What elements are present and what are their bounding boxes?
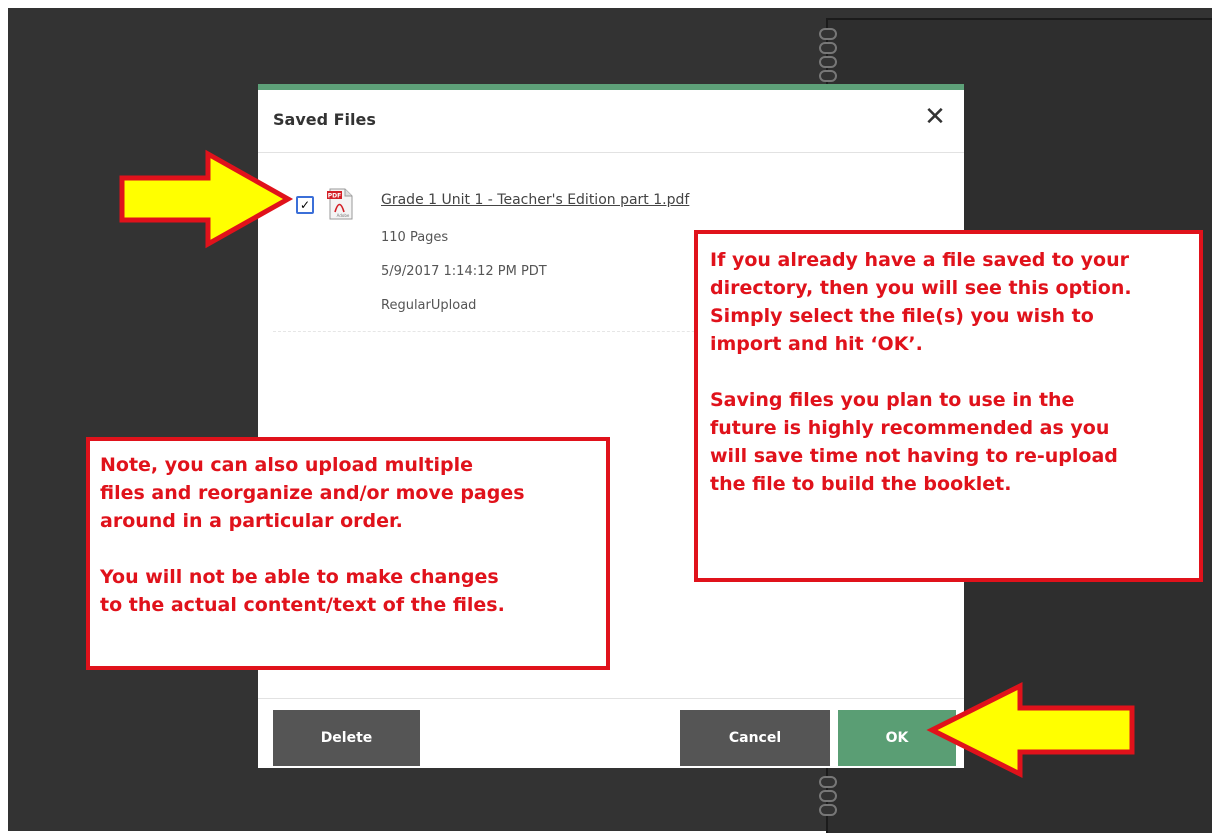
- annotation-line: the file to build the booklet.: [710, 473, 1012, 495]
- binder-ring-icon: [819, 56, 837, 68]
- binder-ring-icon: [819, 70, 837, 82]
- dialog-header: Saved Files ✕: [258, 90, 964, 153]
- annotation-line: files and reorganize and/or move pages: [100, 482, 525, 504]
- file-upload-type: RegularUpload: [381, 298, 477, 313]
- pdf-file-icon: PDF Adobe: [327, 188, 353, 220]
- binder-ring-icon: [819, 42, 837, 54]
- pdf-icon-label: PDF: [328, 193, 341, 200]
- binder-ring-icon: [819, 804, 837, 816]
- file-name-link[interactable]: Grade 1 Unit 1 - Teacher's Edition part …: [381, 192, 689, 208]
- file-checkbox[interactable]: ✓: [296, 196, 314, 214]
- dialog-title: Saved Files: [273, 110, 376, 129]
- annotation-callout-note: Note, you can also upload multiple files…: [86, 437, 610, 670]
- file-date: 5/9/2017 1:14:12 PM PDT: [381, 264, 547, 279]
- pdf-icon-sublabel: Adobe: [337, 213, 350, 218]
- binder-ring-icon: [819, 28, 837, 40]
- binder-ring-icon: [819, 790, 837, 802]
- annotation-line: You will not be able to make changes: [100, 566, 499, 588]
- annotation-line: If you already have a file saved to your: [710, 249, 1130, 271]
- annotation-line: Simply select the file(s) you wish to: [710, 305, 1094, 327]
- close-icon[interactable]: ✕: [924, 104, 946, 130]
- left-arrow-icon: [926, 681, 1135, 779]
- annotation-line: future is highly recommended as you: [710, 417, 1110, 439]
- footer-divider: [258, 698, 964, 699]
- annotation-line: Saving files you plan to use in the: [710, 389, 1075, 411]
- annotation-line: import and hit ‘OK’.: [710, 333, 923, 355]
- file-page-count: 110 Pages: [381, 230, 449, 245]
- right-arrow-icon: [119, 149, 294, 249]
- annotation-line: Note, you can also upload multiple: [100, 454, 474, 476]
- annotation-line: around in a particular order.: [100, 510, 403, 532]
- annotation-callout-saved-files: If you already have a file saved to your…: [694, 230, 1203, 582]
- annotation-line: will save time not having to re-upload: [710, 445, 1118, 467]
- binder-ring-icon: [819, 776, 837, 788]
- annotation-line: directory, then you will see this option…: [710, 277, 1132, 299]
- delete-button[interactable]: Delete: [273, 710, 420, 766]
- cancel-button[interactable]: Cancel: [680, 710, 830, 766]
- annotation-line: to the actual content/text of the files.: [100, 594, 505, 616]
